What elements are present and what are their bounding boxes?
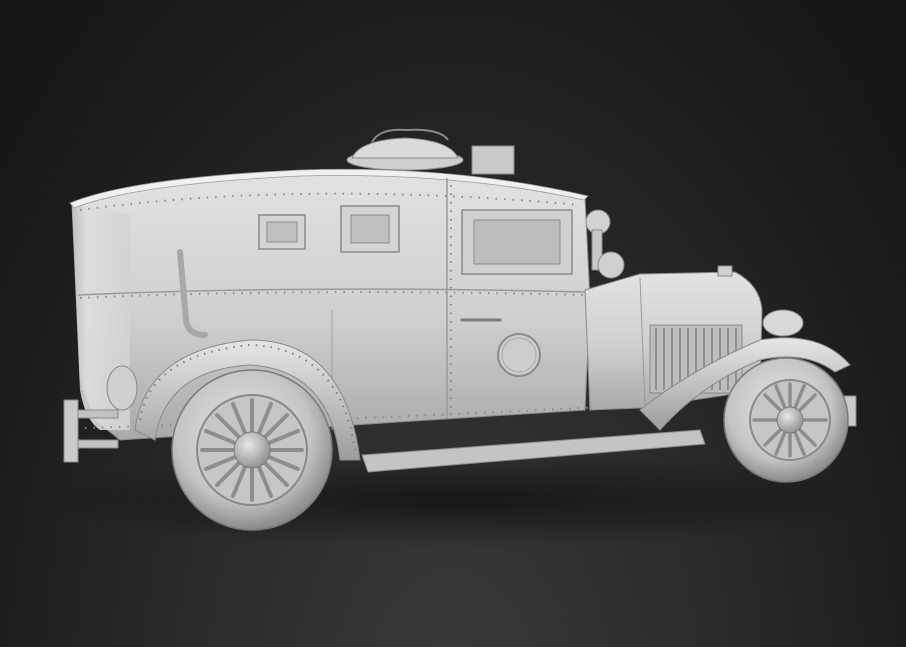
gun-port-left <box>258 214 306 250</box>
headlamp <box>762 309 804 337</box>
roof-hatch <box>346 128 515 175</box>
armored-car-render <box>40 128 880 548</box>
front-wheel <box>723 357 849 483</box>
gun-port-right <box>340 205 400 253</box>
tail-lamp <box>106 365 138 411</box>
cab-window <box>461 209 573 275</box>
rear-wheel <box>171 369 333 531</box>
render-viewport <box>0 0 906 647</box>
spotlight <box>585 209 625 279</box>
